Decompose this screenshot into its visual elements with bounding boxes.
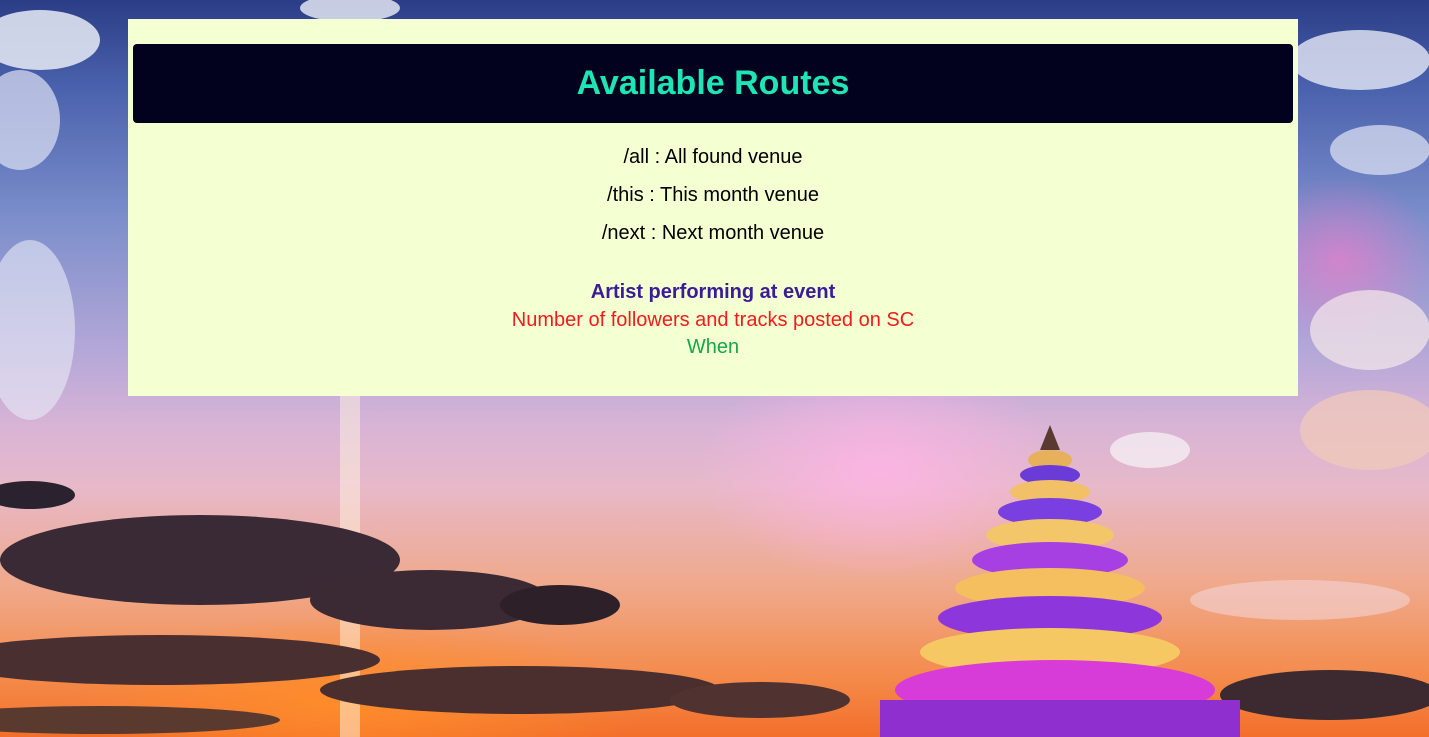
route-all: /all : All found venue <box>623 146 803 168</box>
legend-followers: Number of followers and tracks posted on… <box>511 308 915 331</box>
route-next: /next : Next month venue <box>601 222 825 244</box>
legend: Artist performing at event Number of fol… <box>128 279 1298 362</box>
routes-panel: Available Routes /all : All found venue … <box>128 19 1298 396</box>
legend-when: When <box>686 336 740 358</box>
route-this: /this : This month venue <box>607 184 819 206</box>
page-title: Available Routes <box>576 64 850 102</box>
tower-graphic <box>880 425 1240 737</box>
routes-list: /all : All found venue /this : This mont… <box>128 143 1298 257</box>
legend-artist: Artist performing at event <box>590 281 836 303</box>
panel-header: Available Routes <box>133 44 1293 123</box>
